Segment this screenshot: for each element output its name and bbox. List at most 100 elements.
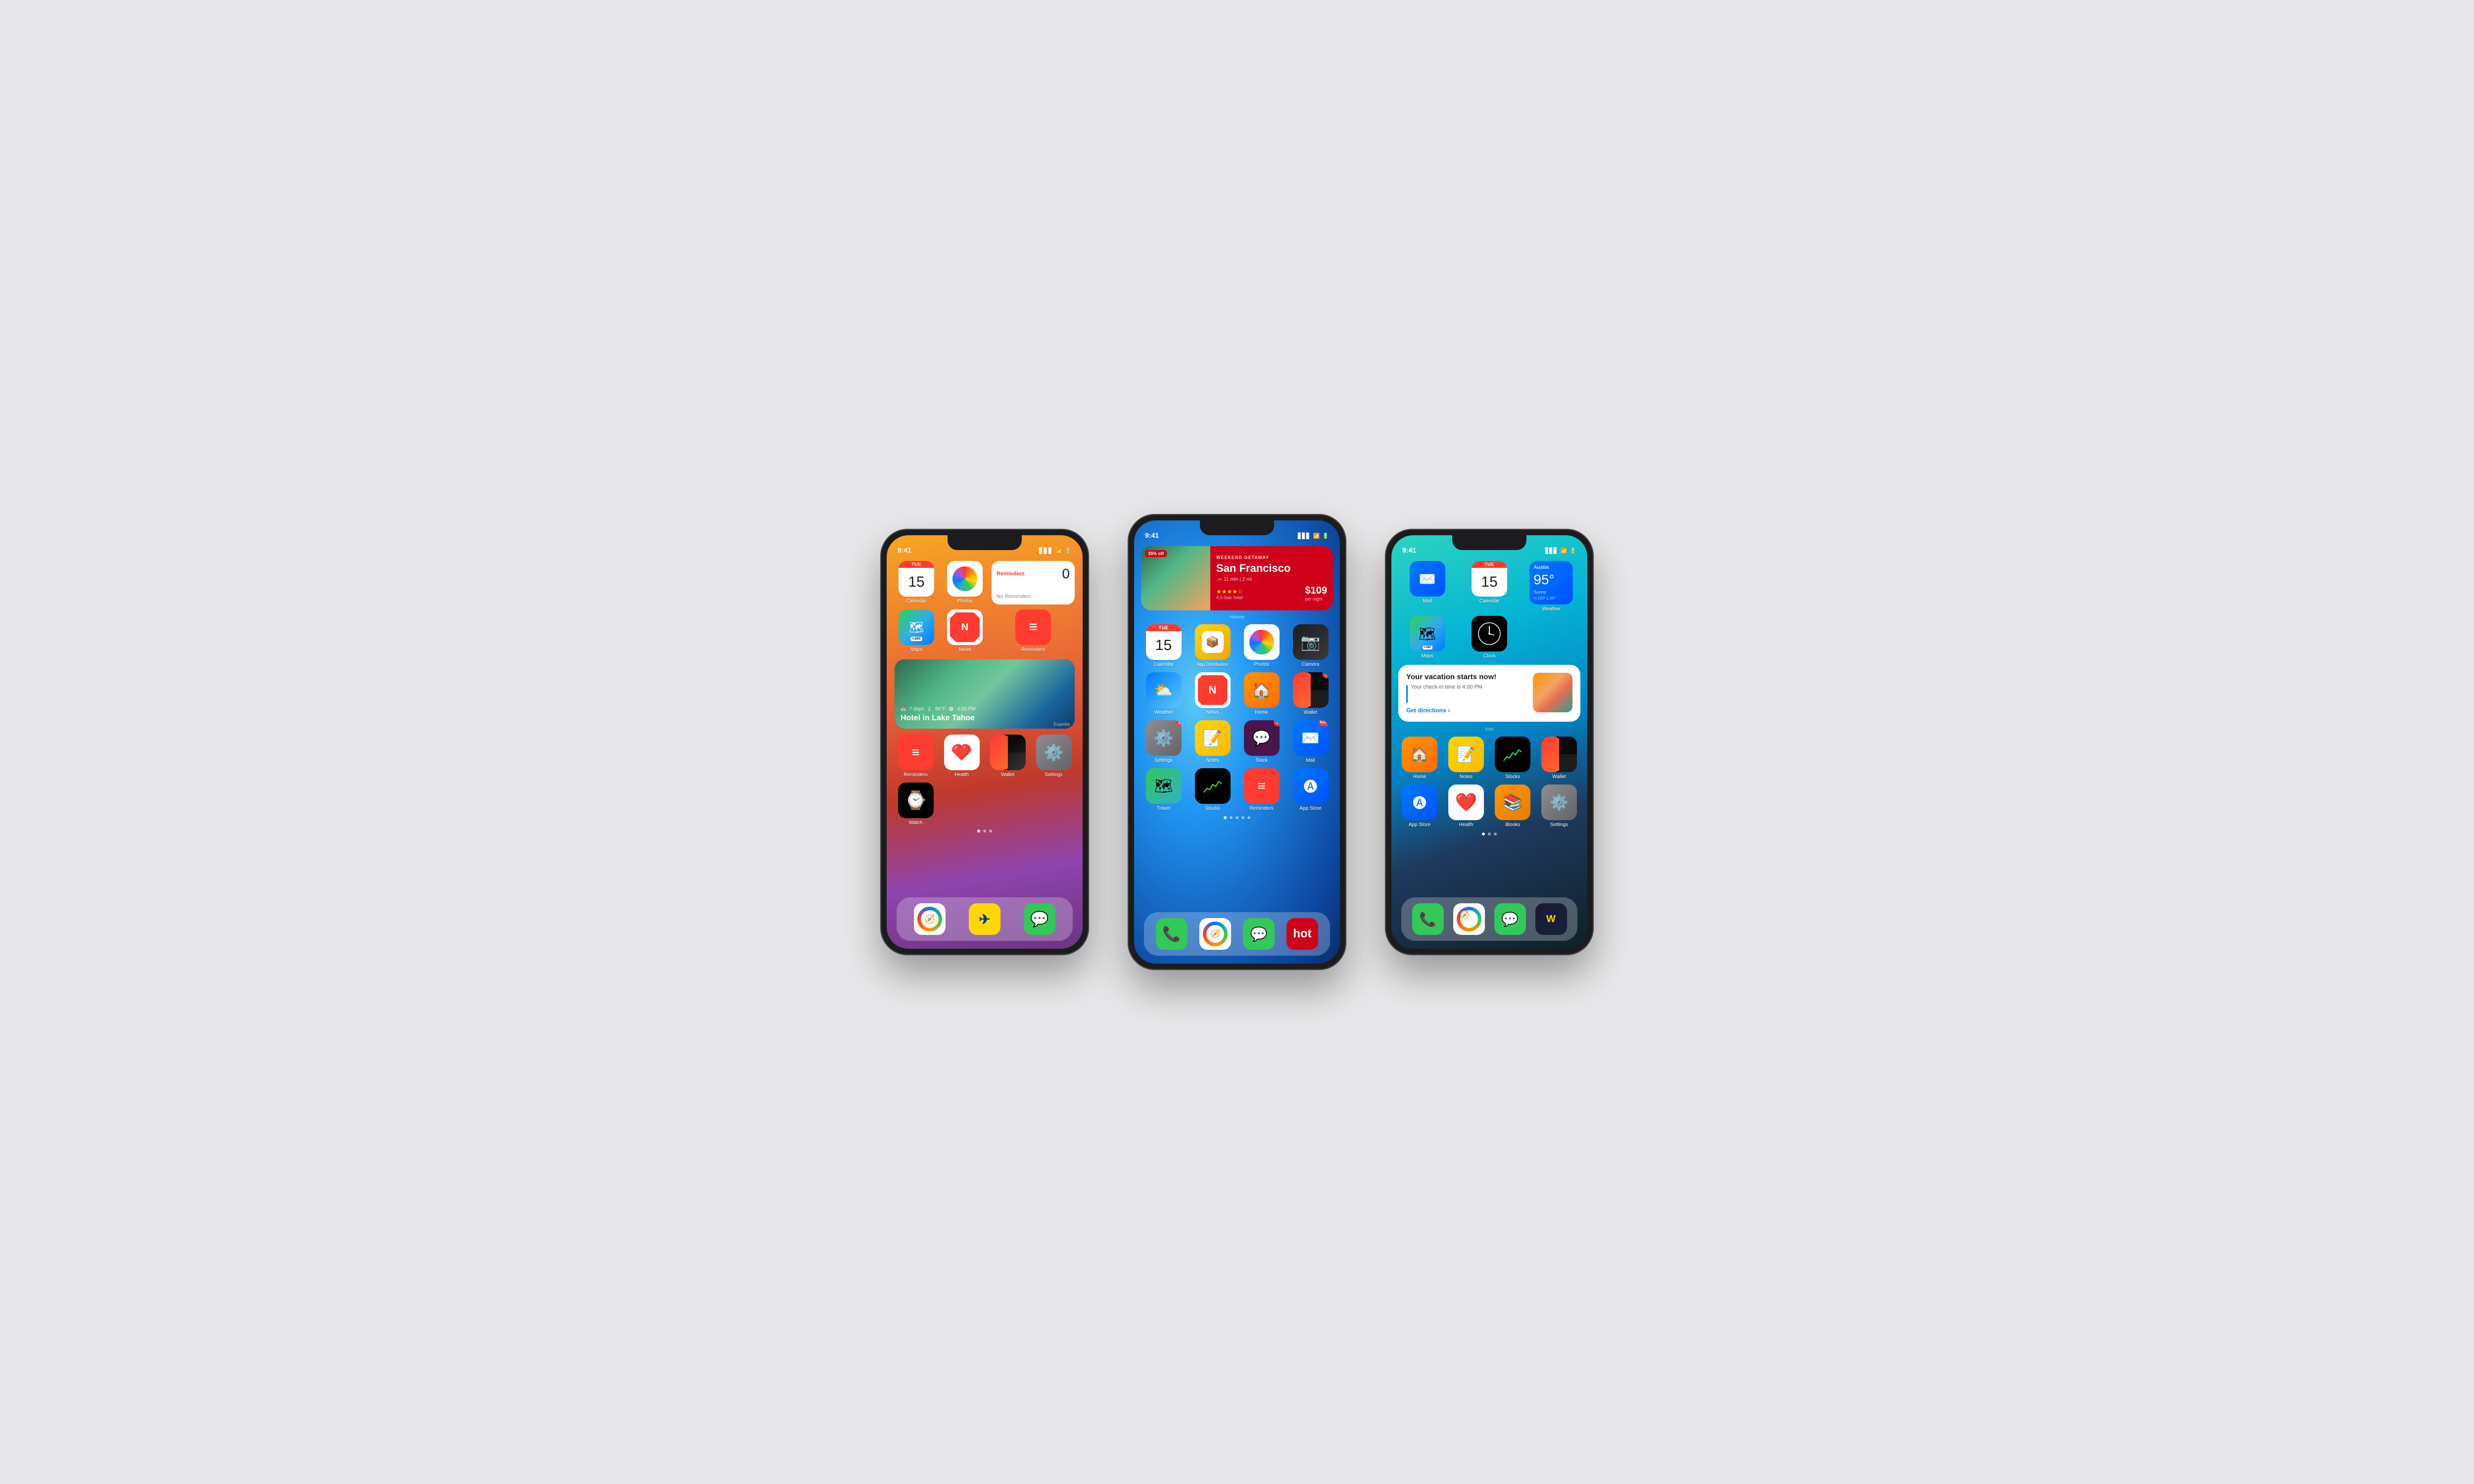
reminders-subtitle: No Reminders xyxy=(997,594,1070,600)
phone-2: 9:41 ▋▋▋ 📶 🔋 35% off xyxy=(1128,514,1346,970)
calendar-label-1: Calendar xyxy=(906,599,927,604)
notch-1 xyxy=(948,535,1022,550)
hotwire-drive: 🚗 11 min | 2 mi xyxy=(1216,577,1327,582)
notes-3[interactable]: 📝 Notes xyxy=(1445,737,1487,780)
notch-3 xyxy=(1452,535,1526,550)
notes-2[interactable]: 📝 Notes xyxy=(1190,720,1235,763)
page-dots-1 xyxy=(895,830,1075,833)
clock-3[interactable]: Clock xyxy=(1460,616,1518,659)
vrbo-widget-3[interactable]: Your vacation starts now! Your check-in … xyxy=(1398,665,1580,722)
maps-app-1[interactable]: 🗺 I-280 Maps xyxy=(895,609,938,652)
appstore-2[interactable]: 🅐 App Store xyxy=(1288,768,1333,811)
safari-dock-1[interactable]: 🧭 xyxy=(914,903,946,935)
hotwire-price: $109 xyxy=(1305,585,1328,596)
maps-3[interactable]: 🗺 I-280 Maps xyxy=(1398,616,1456,659)
messages-dock-1[interactable]: 💬 xyxy=(1024,903,1055,935)
mail-2[interactable]: ✉️ 8,280 Mail xyxy=(1288,720,1333,763)
wallet-2[interactable]: 1 Wallet xyxy=(1288,672,1333,715)
phone-dock-3[interactable]: 📞 xyxy=(1412,903,1444,935)
photos-2[interactable]: Photos xyxy=(1239,624,1284,667)
settings-cell-1[interactable]: ⚙️ Settings xyxy=(1033,735,1075,778)
wallet-3[interactable]: Wallet xyxy=(1538,737,1580,780)
phone-1: 9:41 ▋▋▋ 📶 🔋 TUE xyxy=(881,529,1089,955)
weather-city: Austin xyxy=(1533,565,1569,570)
home-2[interactable]: 🏠 Home xyxy=(1239,672,1284,715)
status-icons-2: ▋▋▋ 📶 🔋 xyxy=(1298,529,1329,539)
time-3: 9:41 xyxy=(1402,542,1416,554)
expedia-dock-1[interactable]: ✈ xyxy=(969,903,1000,935)
signal-icon-1: ▋▋▋ xyxy=(1039,548,1053,554)
camera-2[interactable]: 📷 Camera xyxy=(1288,624,1333,667)
page-dots-3 xyxy=(1398,833,1580,835)
ibooks-3[interactable]: 📚 iBooks xyxy=(1491,785,1534,828)
stocks-3[interactable]: Stocks xyxy=(1491,737,1534,780)
reminders-widget-1[interactable]: Reminders 0 No Reminders xyxy=(992,561,1075,604)
photos-label-1: Photos xyxy=(957,599,972,604)
reminders-title: Reminders xyxy=(997,571,1025,577)
expedia-title: Hotel in Lake Tahoe xyxy=(901,714,1069,723)
hotwire-title: San Francisco xyxy=(1216,562,1327,575)
hotwire-unit: per night xyxy=(1305,597,1328,602)
weather-hl: H:100° L:85° xyxy=(1533,596,1569,601)
weather-cond: Sunny xyxy=(1533,590,1569,595)
weather-2[interactable]: ⛅ Weather xyxy=(1141,672,1186,715)
weather-temp: 95° xyxy=(1533,572,1569,588)
mail-3[interactable]: ✉️ Mail xyxy=(1398,561,1456,604)
wallet-cell-1[interactable]: Wallet xyxy=(987,735,1029,778)
safari-dock-3[interactable]: 🧭 xyxy=(1453,903,1485,935)
vrbo-cta[interactable]: Get directions › xyxy=(1406,707,1527,714)
news-2[interactable]: N News xyxy=(1190,672,1235,715)
phone-3: 9:41 ▋▋▋ 📶 🔋 ✉️ xyxy=(1385,529,1593,955)
expedia-temp: 80°F xyxy=(935,706,946,712)
wallet2-dock-3[interactable]: W xyxy=(1535,903,1567,935)
news-app-1[interactable]: N News xyxy=(943,609,987,652)
home-3[interactable]: 🏠 Home xyxy=(1398,737,1441,780)
travel-2[interactable]: 🗺 Travel xyxy=(1141,768,1186,811)
hotwire-widget[interactable]: 35% off WEEKEND GETAWAY San Francisco 🚗 … xyxy=(1141,546,1333,610)
photos-widget-1[interactable]: Photos xyxy=(943,561,987,604)
calendar-widget-1[interactable]: TUE 15 Calendar xyxy=(895,561,938,604)
cal-date-1: 15 xyxy=(899,568,934,597)
wifi-2: 📶 xyxy=(1313,533,1320,539)
reminders-app-1[interactable]: ≡ Reminders xyxy=(992,609,1075,652)
watch-cell-1[interactable]: ⌚ Watch xyxy=(895,783,937,826)
slack-2[interactable]: 💬 1 Slack xyxy=(1239,720,1284,763)
settings-3[interactable]: ⚙️ Settings xyxy=(1538,785,1580,828)
dot-3 xyxy=(989,830,992,833)
messages-dock-3[interactable]: 💬 xyxy=(1494,903,1526,935)
wifi-icon-1: 📶 xyxy=(1056,548,1063,554)
phones-container: 9:41 ▋▋▋ 📶 🔋 TUE xyxy=(881,514,1593,970)
phone-dock-2[interactable]: 📞 xyxy=(1156,918,1188,950)
vrbo-title: Your vacation starts now! xyxy=(1406,673,1527,681)
reminders-label-1: Reminders xyxy=(1021,647,1045,652)
cal-day-2: TUE xyxy=(1146,624,1182,631)
expedia-time: 4:00 PM xyxy=(957,706,976,712)
stocks-2[interactable]: Stocks xyxy=(1190,768,1235,811)
health-cell-1[interactable]: ❤️ Health xyxy=(941,735,983,778)
appstore-3[interactable]: 🅐 App Store xyxy=(1398,785,1441,828)
hotwire-stars: ★★★★☆ xyxy=(1216,588,1243,595)
vrbo-subtitle: Your check-in time is 4:00 PM xyxy=(1411,684,1482,690)
reminders-2[interactable]: ≡ Reminders xyxy=(1239,768,1284,811)
settings-2[interactable]: ⚙️ 1 Settings xyxy=(1141,720,1186,763)
battery-2: 🔋 xyxy=(1322,533,1329,539)
reminders-cell-1[interactable]: ≡ Reminders xyxy=(895,735,937,778)
battery-icon-1: 🔋 xyxy=(1065,548,1072,554)
notch-2 xyxy=(1200,520,1274,535)
maps-label-1: Maps xyxy=(910,647,922,652)
appdist-2[interactable]: 📦 App Distribution xyxy=(1190,624,1235,667)
expedia-widget-1[interactable]: 📅 7 days 🌡 80°F 🕓 4:00 PM Hotel in Lake … xyxy=(895,659,1075,729)
vrbo-brand: Vrbo xyxy=(1398,727,1580,732)
safari-dock-2[interactable]: 🧭 xyxy=(1199,918,1231,950)
weather-widget-3[interactable]: Austin 95° Sunny H:100° L:85° Weather xyxy=(1522,561,1580,612)
hotwire-brand: Hotwire xyxy=(1141,614,1333,619)
status-icons-1: ▋▋▋ 📶 🔋 xyxy=(1039,544,1072,554)
calendar-2[interactable]: TUE 15 Calendar xyxy=(1141,624,1186,667)
hotwire-dock-2[interactable]: hot xyxy=(1286,918,1318,950)
calendar-3[interactable]: TUE 15 Calendar xyxy=(1460,561,1518,604)
messages-dock-2[interactable]: 💬 xyxy=(1243,918,1275,950)
cal-day-1: TUE xyxy=(899,561,934,568)
health-3[interactable]: ❤️ Health xyxy=(1445,785,1487,828)
news-label-1: News xyxy=(958,647,971,652)
dock-1: 🧭 ✈ 💬 xyxy=(897,897,1073,941)
